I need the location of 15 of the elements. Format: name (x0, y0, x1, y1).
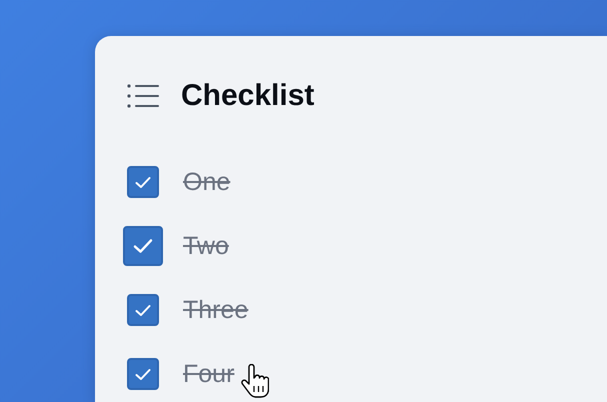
checkmark-icon (133, 238, 153, 254)
card-title: Checklist (181, 79, 314, 113)
checkbox[interactable] (127, 294, 159, 326)
checkbox[interactable] (123, 226, 163, 266)
item-label: Four (183, 360, 234, 388)
item-label: Three (183, 296, 248, 324)
item-label: One (183, 168, 230, 196)
checkmark-icon (135, 176, 151, 188)
hand-cursor-icon (241, 364, 269, 398)
checkbox[interactable] (127, 358, 159, 390)
item-label: Two (183, 232, 229, 260)
checkmark-icon (135, 304, 151, 316)
checkmark-icon (135, 368, 151, 380)
list-icon (127, 84, 159, 108)
checkbox[interactable] (127, 166, 159, 198)
